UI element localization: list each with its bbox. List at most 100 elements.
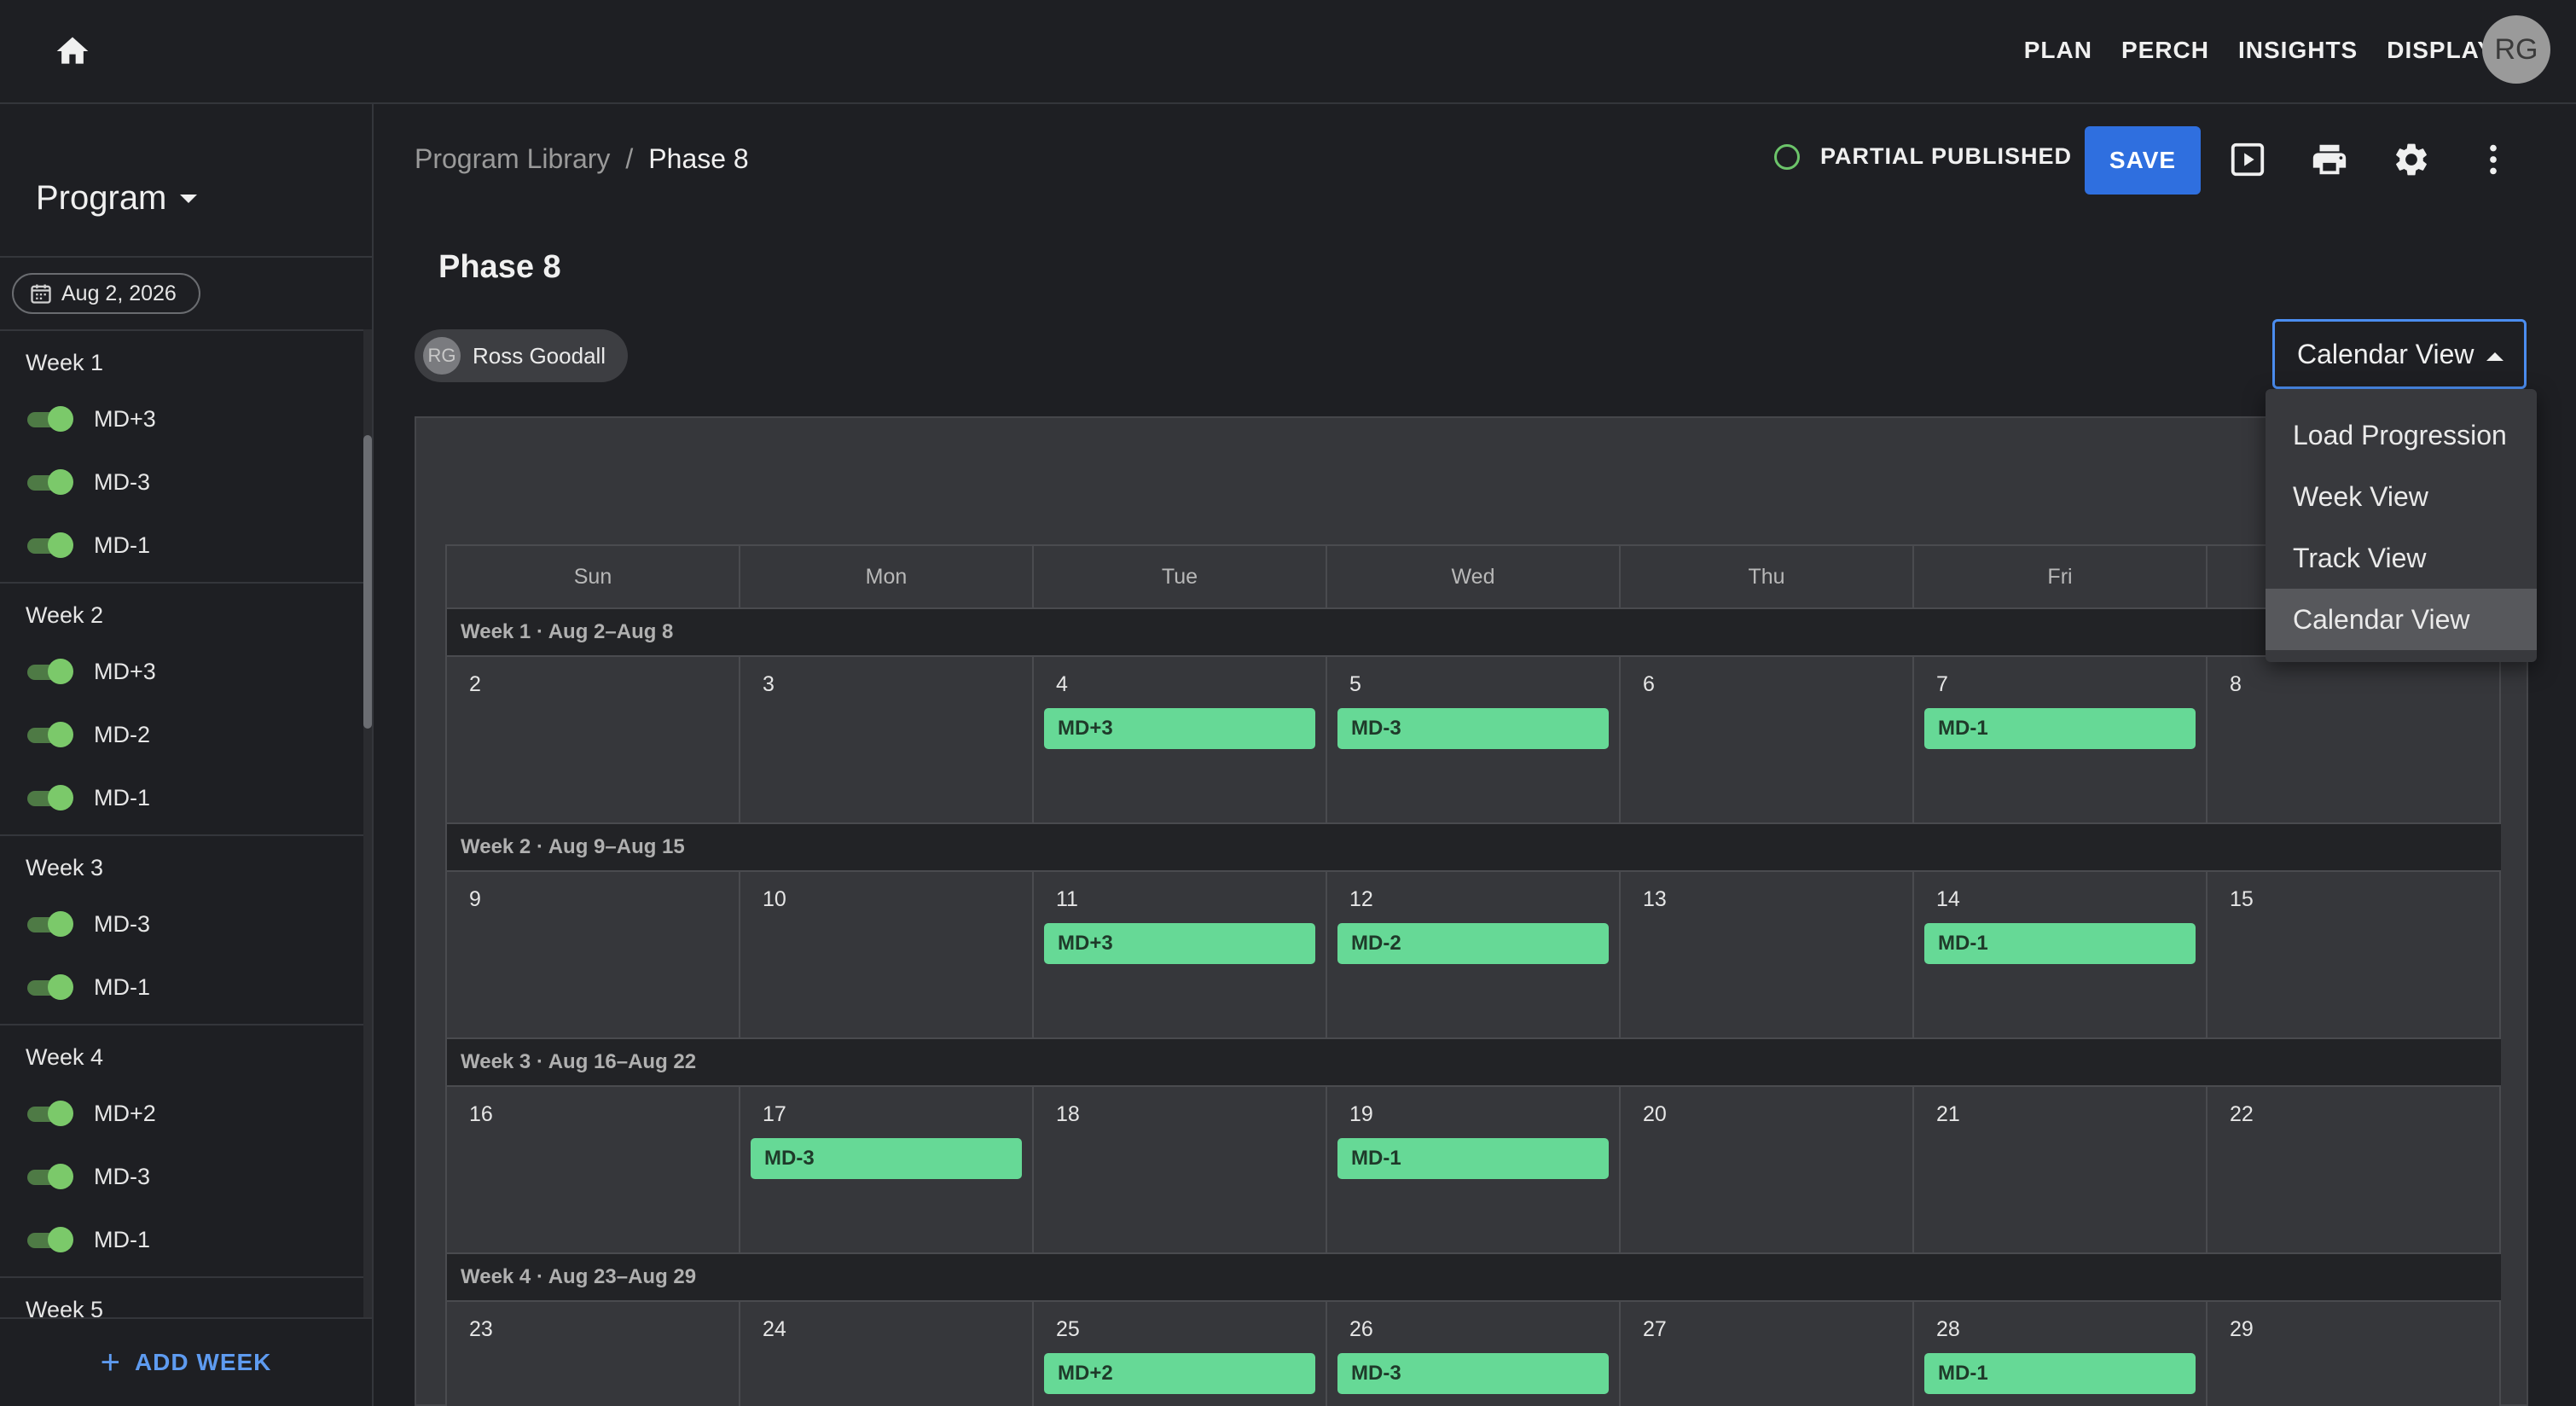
calendar-day-cell[interactable]: 8: [2208, 657, 2501, 822]
play-icon[interactable]: [2228, 140, 2267, 179]
session-pill[interactable]: MD-1: [1337, 1138, 1609, 1179]
start-date-chip[interactable]: Aug 2, 2026: [12, 273, 200, 314]
session-label: MD-1: [94, 1226, 150, 1252]
session-pill[interactable]: MD-1: [1924, 923, 2196, 964]
session-toggle[interactable]: [24, 785, 73, 810]
user-avatar[interactable]: RG: [2482, 15, 2550, 84]
menu-item-week-view[interactable]: Week View: [2266, 466, 2537, 527]
session-pill[interactable]: MD+3: [1044, 708, 1315, 749]
session-label: MD-3: [94, 1163, 150, 1189]
calendar-day-cell[interactable]: 11 MD+3: [1034, 872, 1327, 1037]
calendar-day-cell[interactable]: 28 MD-1: [1914, 1302, 2208, 1406]
calendar-day-cell[interactable]: 4 MD+3: [1034, 657, 1327, 822]
view-select-value: Calendar View: [2297, 338, 2474, 369]
week-group: Week 1 MD+3 MD-3 MD-1: [0, 331, 363, 584]
calendar-day-cell[interactable]: 3: [740, 657, 1034, 822]
add-week-button[interactable]: + ADD WEEK: [0, 1317, 372, 1406]
calendar-day-cell[interactable]: 25 MD+2: [1034, 1302, 1327, 1406]
calendar-day-cell[interactable]: 12 MD-2: [1327, 872, 1621, 1037]
week-title: Week 4: [26, 1044, 104, 1070]
day-number: 18: [1056, 1102, 1080, 1126]
session-toggle[interactable]: [24, 1164, 73, 1189]
session-toggle[interactable]: [24, 974, 73, 1000]
calendar-day-cell[interactable]: 23: [447, 1302, 740, 1406]
sidebar-scrollbar[interactable]: [363, 329, 372, 1317]
week-title: Week 2: [26, 602, 104, 628]
calendar-day-cell[interactable]: 6: [1621, 657, 1914, 822]
session-toggle[interactable]: [24, 911, 73, 937]
day-number: 12: [1349, 887, 1373, 911]
publish-status: PARTIAL PUBLISHED: [1774, 143, 2072, 170]
athlete-chip[interactable]: RG Ross Goodall: [415, 329, 629, 382]
calendar-panel: Sun Mon Tue Wed Thu Fri Sat Week 1 · Aug…: [415, 416, 2528, 1406]
save-button[interactable]: SAVE: [2085, 126, 2201, 195]
nav-perch[interactable]: PERCH: [2121, 37, 2209, 64]
session-pill[interactable]: MD+3: [1044, 923, 1315, 964]
calendar-day-cell[interactable]: 16: [447, 1087, 740, 1252]
day-number: 25: [1056, 1317, 1080, 1341]
breadcrumb: Program Library / Phase 8: [415, 143, 749, 175]
session-pill[interactable]: MD-1: [1924, 708, 2196, 749]
day-number: 21: [1936, 1102, 1960, 1126]
session-pill[interactable]: MD-3: [751, 1138, 1022, 1179]
session-row: MD+3: [0, 387, 363, 450]
calendar-day-cell[interactable]: 2: [447, 657, 740, 822]
session-label: MD-1: [94, 532, 150, 558]
more-vert-icon[interactable]: [2474, 140, 2513, 179]
calendar-day-cell[interactable]: 24: [740, 1302, 1034, 1406]
calendar-day-cell[interactable]: 13: [1621, 872, 1914, 1037]
week-group: Week 3 MD-3 MD-1: [0, 836, 363, 1025]
breadcrumb-root[interactable]: Program Library: [415, 143, 610, 175]
session-toggle[interactable]: [24, 469, 73, 495]
calendar-day-cell[interactable]: 15: [2208, 872, 2501, 1037]
weekday-label: Wed: [1327, 546, 1621, 607]
session-toggle[interactable]: [24, 659, 73, 684]
top-nav: PLAN PERCH INSIGHTS DISPLAY: [1995, 0, 2494, 101]
calendar-day-cell[interactable]: 22: [2208, 1087, 2501, 1252]
session-pill[interactable]: MD+2: [1044, 1353, 1315, 1394]
session-toggle[interactable]: [24, 532, 73, 558]
session-label: MD-3: [94, 468, 150, 495]
session-toggle[interactable]: [24, 722, 73, 747]
nav-insights[interactable]: INSIGHTS: [2238, 37, 2358, 64]
calendar-day-cell[interactable]: 9: [447, 872, 740, 1037]
nav-display[interactable]: DISPLAY: [2387, 37, 2494, 64]
session-row: MD-3: [0, 450, 363, 514]
weekday-label: Fri: [1914, 546, 2208, 607]
print-icon[interactable]: [2310, 140, 2349, 179]
calendar-day-cell[interactable]: 18: [1034, 1087, 1327, 1252]
menu-item-calendar-view[interactable]: Calendar View: [2266, 589, 2537, 650]
calendar-day-cell[interactable]: 21: [1914, 1087, 2208, 1252]
nav-plan[interactable]: PLAN: [2024, 37, 2092, 64]
session-toggle[interactable]: [24, 1101, 73, 1126]
menu-item-track-view[interactable]: Track View: [2266, 527, 2537, 589]
calendar-day-cell[interactable]: 5 MD-3: [1327, 657, 1621, 822]
session-toggle[interactable]: [24, 1227, 73, 1252]
calendar-day-cell[interactable]: 26 MD-3: [1327, 1302, 1621, 1406]
calendar-day-cell[interactable]: 10: [740, 872, 1034, 1037]
session-pill[interactable]: MD-2: [1337, 923, 1609, 964]
add-week-label: ADD WEEK: [134, 1349, 272, 1375]
calendar-day-cell[interactable]: 20: [1621, 1087, 1914, 1252]
home-icon[interactable]: [53, 32, 92, 70]
program-dropdown[interactable]: Program: [36, 179, 198, 218]
settings-icon[interactable]: [2392, 140, 2431, 179]
menu-item-load-progression[interactable]: Load Progression: [2266, 404, 2537, 466]
weeks-list: Week 1 MD+3 MD-3 MD-1 Week 2 MD+3 MD-2 M…: [0, 329, 363, 1317]
calendar-day-cell[interactable]: 27: [1621, 1302, 1914, 1406]
session-pill[interactable]: MD-3: [1337, 1353, 1609, 1394]
day-number: 15: [2230, 887, 2254, 911]
calendar-day-cell[interactable]: 19 MD-1: [1327, 1087, 1621, 1252]
scrollbar-thumb[interactable]: [363, 435, 372, 729]
calendar-day-cell[interactable]: 17 MD-3: [740, 1087, 1034, 1252]
day-number: 24: [763, 1317, 786, 1341]
day-number: 16: [469, 1102, 493, 1126]
calendar-day-cell[interactable]: 29: [2208, 1302, 2501, 1406]
day-number: 8: [2230, 672, 2242, 696]
session-pill[interactable]: MD-1: [1924, 1353, 2196, 1394]
session-toggle[interactable]: [24, 406, 73, 432]
calendar-day-cell[interactable]: 14 MD-1: [1914, 872, 2208, 1037]
calendar-day-cell[interactable]: 7 MD-1: [1914, 657, 2208, 822]
session-pill[interactable]: MD-3: [1337, 708, 1609, 749]
view-select[interactable]: Calendar View: [2272, 319, 2527, 389]
